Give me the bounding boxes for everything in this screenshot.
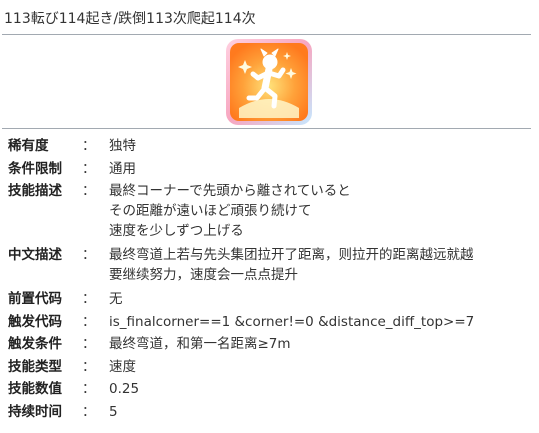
skill-type-row: 技能类型 ： 速度 xyxy=(8,357,533,377)
duration-row: 持续时间 ： 5 xyxy=(8,402,533,422)
skill-desc-row: 技能描述 ： 最終コーナーで先頭から離されていると その距離が遠いほど頑張り続け… xyxy=(8,181,533,241)
duration-label: 持续时间 xyxy=(8,403,62,420)
skill-desc-line: その距離が遠いほど頑張り続けて xyxy=(109,203,312,219)
trigger-cond-label: 触发条件 xyxy=(8,336,62,352)
rarity-row: 稀有度 ： 独特 xyxy=(8,136,533,156)
colon: ： xyxy=(82,247,96,263)
trigger-cond-row: 触发条件 ： 最终弯道，和第一名距离≥7m xyxy=(8,334,533,354)
cn-desc-label: 中文描述 xyxy=(8,247,62,263)
skill-desc-label: 技能描述 xyxy=(8,183,62,199)
condition-limit-label: 条件限制 xyxy=(8,160,62,177)
trigger-cond-value: 最终弯道，和第一名距离≥7m xyxy=(109,336,291,352)
condition-limit-row: 条件限制 ： 通用 xyxy=(8,159,533,179)
skill-value-label: 技能数值 xyxy=(8,381,62,397)
icon-divider xyxy=(2,128,531,129)
colon: ： xyxy=(82,313,96,330)
skill-value-row: 技能数值 ： 0.25 xyxy=(8,379,533,399)
colon: ： xyxy=(82,183,96,199)
condition-limit-value: 通用 xyxy=(109,160,136,177)
title-divider xyxy=(2,34,531,35)
cn-desc-row: 中文描述 ： 最终弯道上若与先头集团拉开了距离，则拉开的距离越远就越 要继续努力… xyxy=(8,245,533,285)
skill-type-value: 速度 xyxy=(109,358,136,375)
rarity-value: 独特 xyxy=(109,138,136,154)
colon: ： xyxy=(82,138,96,154)
trigger-code-label: 触发代码 xyxy=(8,313,62,330)
prereq-code-row: 前置代码 ： 无 xyxy=(8,289,533,309)
cn-desc-line: 要继续努力，速度会一点点提升 xyxy=(109,267,298,283)
skill-value-value: 0.25 xyxy=(109,381,140,397)
colon: ： xyxy=(82,403,96,420)
trigger-code-value: is_finalcorner==1 &corner!=0 &distance_d… xyxy=(109,313,475,330)
skill-details: 稀有度 ： 独特 条件限制 ： 通用 技能描述 ： 最終コーナーで先頭から離され… xyxy=(8,136,533,424)
colon: ： xyxy=(82,358,96,375)
rarity-label: 稀有度 xyxy=(8,138,49,154)
prereq-code-label: 前置代码 xyxy=(8,291,62,307)
running-figure-skill-icon xyxy=(225,38,313,126)
skill-desc-line: 速度を少しずつ上げる xyxy=(109,223,244,239)
trigger-code-row: 触发代码 ： is_finalcorner==1 &corner!=0 &dis… xyxy=(8,312,533,332)
duration-value: 5 xyxy=(109,403,118,420)
page-title: 113転び114起き/跌倒113次爬起114次 xyxy=(4,11,256,27)
cn-desc-line: 最终弯道上若与先头集团拉开了距离，则拉开的距离越远就越 xyxy=(109,247,474,263)
cn-desc-value: 最终弯道上若与先头集团拉开了距离，则拉开的距离越远就越 要继续努力，速度会一点点… xyxy=(109,245,533,285)
colon: ： xyxy=(82,291,96,307)
skill-desc-value: 最終コーナーで先頭から離されていると その距離が遠いほど頑張り続けて 速度を少し… xyxy=(109,181,533,241)
skill-desc-line: 最終コーナーで先頭から離されていると xyxy=(109,183,351,199)
colon: ： xyxy=(82,381,96,397)
colon: ： xyxy=(82,160,96,177)
prereq-code-value: 无 xyxy=(109,291,123,307)
skill-type-label: 技能类型 xyxy=(8,358,62,375)
colon: ： xyxy=(82,336,96,352)
